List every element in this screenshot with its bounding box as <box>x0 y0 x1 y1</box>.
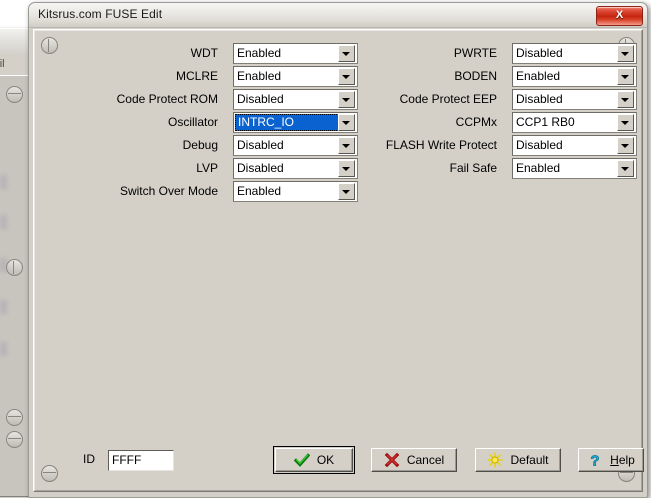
chevron-down-icon[interactable] <box>617 137 634 154</box>
help-mnemonic: H <box>610 453 619 467</box>
dialog-body: WDTEnabledMCLREEnabledCode Protect ROMDi… <box>33 29 643 492</box>
combobox-code-protect-eep[interactable]: Disabled <box>512 89 637 110</box>
cancel-button[interactable]: Cancel <box>371 448 457 472</box>
combobox-flash-write-protect[interactable]: Disabled <box>512 135 637 156</box>
chevron-down-icon[interactable] <box>617 160 634 177</box>
chevron-down-icon[interactable] <box>617 91 634 108</box>
edge-artifact-5 <box>0 342 7 356</box>
green-check-icon <box>294 452 310 468</box>
chevron-down-icon[interactable] <box>338 183 355 200</box>
edge-artifact-2 <box>0 215 7 229</box>
combobox-fail-safe[interactable]: Enabled <box>512 158 637 179</box>
chevron-down-icon[interactable] <box>338 45 355 62</box>
default-button[interactable]: Default <box>475 448 561 472</box>
edge-artifact-4 <box>0 300 7 314</box>
dialog-title: Kitsrus.com FUSE Edit <box>38 7 162 21</box>
combobox-boden[interactable]: Enabled <box>512 66 637 87</box>
close-button[interactable]: X <box>596 6 643 26</box>
screen: Fil Kitsrus.com FUSE Edit X <box>0 0 651 503</box>
edge-artifact-1 <box>0 175 7 189</box>
yellow-sun-icon <box>487 452 503 468</box>
help-button-label: Help <box>610 452 635 468</box>
bg-handle-lower-b[interactable] <box>6 431 23 448</box>
edge-artifact-3 <box>0 258 7 272</box>
combobox-value: Disabled <box>513 136 617 155</box>
menu-item-file[interactable]: Fil <box>0 58 5 70</box>
help-button[interactable]: ? Help <box>578 448 644 472</box>
red-x-icon <box>384 452 400 468</box>
chevron-down-icon[interactable] <box>617 114 634 131</box>
chevron-down-icon[interactable] <box>338 160 355 177</box>
id-input[interactable]: FFFF <box>108 450 174 471</box>
chevron-down-icon[interactable] <box>617 68 634 85</box>
svg-text:?: ? <box>591 453 600 469</box>
setting-label-ccpmx: CCPMx <box>456 112 503 133</box>
close-icon: X <box>597 7 642 23</box>
bg-handle-middle[interactable] <box>6 259 23 276</box>
cancel-button-label: Cancel <box>407 452 444 468</box>
chevron-down-icon[interactable] <box>338 68 355 85</box>
setting-label-pwrte: PWRTE <box>454 43 503 64</box>
combobox-value: CCP1 RB0 <box>513 113 617 132</box>
help-label-rest: elp <box>619 453 635 467</box>
bg-handle-top[interactable] <box>6 86 23 103</box>
id-label: ID <box>83 452 95 466</box>
combobox-value: Disabled <box>513 44 617 63</box>
combobox-value: INTRC_IO <box>234 113 338 132</box>
dialog-titlebar[interactable]: Kitsrus.com FUSE Edit X <box>29 3 647 28</box>
fuse-edit-dialog: Kitsrus.com FUSE Edit X WDTEnabledMCLREE… <box>28 2 648 498</box>
ok-button[interactable]: OK <box>275 448 353 472</box>
combobox-value: Disabled <box>513 90 617 109</box>
blue-question-icon: ? <box>587 452 603 468</box>
dialog-body-inner: WDTEnabledMCLREEnabledCode Protect ROMDi… <box>34 30 642 491</box>
chevron-down-icon[interactable] <box>617 45 634 62</box>
setting-label-fail-safe: Fail Safe <box>450 158 503 179</box>
bg-handle-lower-a[interactable] <box>6 409 23 426</box>
combobox-value: Enabled <box>513 67 617 86</box>
chevron-down-icon[interactable] <box>338 114 355 131</box>
chevron-down-icon[interactable] <box>338 137 355 154</box>
chevron-down-icon[interactable] <box>338 91 355 108</box>
dialog-handle-bottom-left[interactable] <box>41 465 58 482</box>
ok-button-label: OK <box>317 452 334 468</box>
setting-label-code-protect-eep: Code Protect EEP <box>400 89 503 110</box>
combobox-pwrte[interactable]: Disabled <box>512 43 637 64</box>
combobox-ccpmx[interactable]: CCP1 RB0 <box>512 112 637 133</box>
desktop-bottom-strip <box>0 498 651 503</box>
setting-label-boden: BODEN <box>454 66 503 87</box>
setting-label-flash-write-protect: FLASH Write Protect <box>386 135 503 156</box>
combobox-oscillator[interactable]: INTRC_IO <box>233 112 358 133</box>
default-button-label: Default <box>510 452 548 468</box>
combobox-value: Enabled <box>513 159 617 178</box>
